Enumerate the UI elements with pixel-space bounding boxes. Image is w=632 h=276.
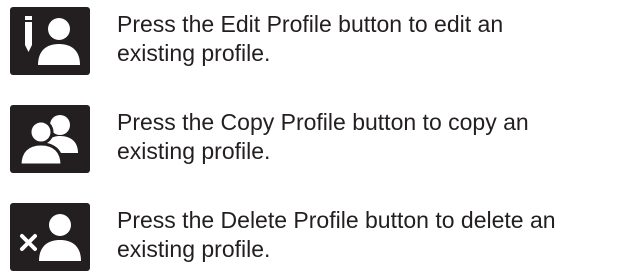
edit-profile-row: Press the Edit Profile button to edit an… [10, 0, 630, 80]
description-line: Press the Edit Profile button to edit an [117, 11, 504, 37]
edit-profile-button[interactable] [10, 7, 90, 75]
delete-profile-row: Press the Delete Profile button to delet… [10, 196, 630, 276]
copy-profile-icon [18, 115, 78, 167]
delete-profile-description: Press the Delete Profile button to delet… [117, 206, 622, 264]
copy-profile-row: Press the Copy Profile button to copy an… [10, 98, 630, 178]
edit-profile-description: Press the Edit Profile button to edit an… [117, 10, 622, 68]
copy-profile-button[interactable] [10, 105, 90, 173]
delete-profile-button[interactable] [10, 203, 90, 271]
delete-profile-icon [20, 214, 81, 261]
description-line: Press the Copy Profile button to copy an [117, 109, 529, 135]
description-line: existing profile. [117, 40, 271, 66]
description-line: existing profile. [117, 236, 271, 262]
description-line: Press the Delete Profile button to delet… [117, 207, 556, 233]
copy-profile-description: Press the Copy Profile button to copy an… [117, 108, 622, 166]
description-line: existing profile. [117, 138, 271, 164]
edit-profile-icon [25, 16, 80, 65]
